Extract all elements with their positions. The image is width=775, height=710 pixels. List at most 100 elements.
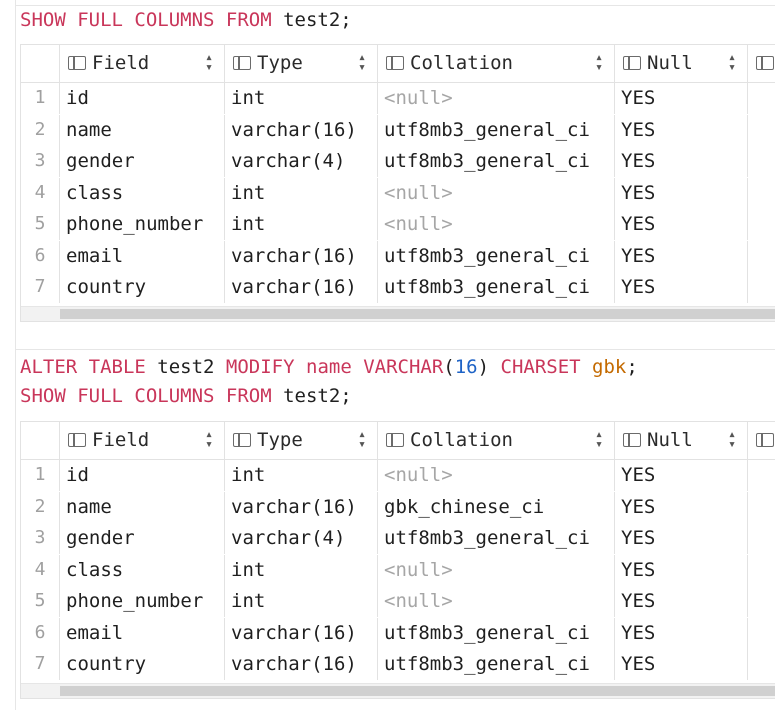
table-row[interactable]: 3 gender varchar(4) utf8mb3_general_ci YES [21, 523, 775, 554]
cell-collation[interactable]: <null> [377, 209, 614, 240]
cell-null[interactable]: YES [614, 491, 747, 523]
cell-collation[interactable]: utf8mb3_general_ci [377, 649, 614, 680]
cell-type[interactable]: int [224, 209, 377, 240]
cell-null[interactable]: YES [614, 617, 747, 649]
cell-field[interactable]: name [59, 491, 224, 523]
cell-type[interactable]: int [224, 83, 377, 114]
cell-collation[interactable]: gbk_chinese_ci [377, 491, 614, 523]
cell-collation[interactable]: utf8mb3_general_ci [377, 523, 614, 554]
table-row[interactable]: 4 class int <null> YES [21, 554, 775, 586]
cell-type[interactable]: varchar(16) [224, 272, 377, 303]
cell-field[interactable]: phone_number [59, 209, 224, 240]
result-grid-1[interactable]: Field ▴ ▾ Type ▴ ▾ Collation ▴ ▾ Null ▴ ▾ 1 id int <nul… [20, 44, 775, 322]
table-row[interactable]: 1 id int <null> YES [21, 83, 775, 114]
cell-type[interactable]: varchar(16) [224, 649, 377, 680]
cell-next-partial[interactable] [747, 83, 775, 114]
cell-field[interactable]: id [59, 460, 224, 491]
sort-icon[interactable]: ▴ ▾ [204, 51, 214, 74]
cell-field[interactable]: gender [59, 146, 224, 177]
cell-collation[interactable]: utf8mb3_general_ci [377, 146, 614, 177]
cell-null[interactable]: YES [614, 240, 747, 272]
sort-icon[interactable]: ▴ ▾ [204, 428, 214, 451]
cell-type[interactable]: varchar(16) [224, 114, 377, 146]
sort-icon[interactable]: ▴ ▾ [727, 51, 737, 74]
cell-null[interactable]: YES [614, 586, 747, 617]
cell-field[interactable]: id [59, 83, 224, 114]
cell-collation[interactable]: <null> [377, 177, 614, 209]
cell-collation[interactable]: utf8mb3_general_ci [377, 240, 614, 272]
cell-null[interactable]: YES [614, 554, 747, 586]
cell-next-partial[interactable] [747, 491, 775, 523]
cell-field[interactable]: email [59, 617, 224, 649]
column-header-collation[interactable]: Collation ▴ ▾ [377, 45, 614, 82]
sort-icon[interactable]: ▴ ▾ [594, 428, 604, 451]
cell-collation[interactable]: <null> [377, 83, 614, 114]
cell-type[interactable]: int [224, 177, 377, 209]
cell-field[interactable]: country [59, 649, 224, 680]
cell-collation[interactable]: <null> [377, 554, 614, 586]
cell-type[interactable]: varchar(16) [224, 617, 377, 649]
cell-next-partial[interactable] [747, 240, 775, 272]
table-row[interactable]: 5 phone_number int <null> YES [21, 586, 775, 617]
cell-next-partial[interactable] [747, 649, 775, 680]
cell-type[interactable]: int [224, 460, 377, 491]
cell-next-partial[interactable] [747, 523, 775, 554]
table-row[interactable]: 2 name varchar(16) gbk_chinese_ci YES [21, 491, 775, 523]
horizontal-scrollbar[interactable] [21, 306, 775, 321]
table-row[interactable]: 1 id int <null> YES [21, 460, 775, 491]
cell-type[interactable]: varchar(16) [224, 491, 377, 523]
sort-icon[interactable]: ▴ ▾ [357, 51, 367, 74]
table-row[interactable]: 7 country varchar(16) utf8mb3_general_ci YES [21, 649, 775, 680]
scrollbar-thumb[interactable] [60, 686, 775, 696]
cell-next-partial[interactable] [747, 617, 775, 649]
cell-null[interactable]: YES [614, 177, 747, 209]
sort-icon[interactable]: ▴ ▾ [727, 428, 737, 451]
cell-next-partial[interactable] [747, 554, 775, 586]
cell-type[interactable]: int [224, 586, 377, 617]
column-header-next-partial[interactable] [747, 422, 775, 459]
cell-null[interactable]: YES [614, 649, 747, 680]
sql-query-2[interactable]: ALTER TABLE test2 MODIFY name VARCHAR(16… [20, 353, 638, 382]
table-row[interactable]: 6 email varchar(16) utf8mb3_general_ci YES [21, 240, 775, 272]
cell-type[interactable]: varchar(16) [224, 240, 377, 272]
sort-icon[interactable]: ▴ ▾ [357, 428, 367, 451]
cell-next-partial[interactable] [747, 177, 775, 209]
column-header-type[interactable]: Type ▴ ▾ [224, 422, 377, 459]
table-row[interactable]: 7 country varchar(16) utf8mb3_general_ci YES [21, 272, 775, 303]
cell-collation[interactable]: utf8mb3_general_ci [377, 272, 614, 303]
cell-null[interactable]: YES [614, 146, 747, 177]
cell-null[interactable]: YES [614, 460, 747, 491]
cell-null[interactable]: YES [614, 209, 747, 240]
cell-next-partial[interactable] [747, 586, 775, 617]
cell-next-partial[interactable] [747, 209, 775, 240]
cell-type[interactable]: varchar(4) [224, 146, 377, 177]
cell-collation[interactable]: <null> [377, 460, 614, 491]
column-header-field[interactable]: Field ▴ ▾ [59, 45, 224, 82]
scrollbar-thumb[interactable] [60, 309, 775, 319]
cell-field[interactable]: class [59, 177, 224, 209]
cell-null[interactable]: YES [614, 523, 747, 554]
cell-field[interactable]: name [59, 114, 224, 146]
result-grid-2[interactable]: Field ▴ ▾ Type ▴ ▾ Collation ▴ ▾ Null ▴ ▾ 1 id int <nul… [20, 421, 775, 699]
cell-field[interactable]: phone_number [59, 586, 224, 617]
cell-field[interactable]: country [59, 272, 224, 303]
sql-query-3[interactable]: SHOW FULL COLUMNS FROM test2; [20, 382, 352, 411]
cell-collation[interactable]: utf8mb3_general_ci [377, 114, 614, 146]
column-header-collation[interactable]: Collation ▴ ▾ [377, 422, 614, 459]
cell-type[interactable]: varchar(4) [224, 523, 377, 554]
column-header-field[interactable]: Field ▴ ▾ [59, 422, 224, 459]
sql-query-1[interactable]: SHOW FULL COLUMNS FROM test2; [20, 6, 352, 35]
cell-null[interactable]: YES [614, 114, 747, 146]
column-header-next-partial[interactable] [747, 45, 775, 82]
cell-collation[interactable]: utf8mb3_general_ci [377, 617, 614, 649]
cell-field[interactable]: gender [59, 523, 224, 554]
column-header-type[interactable]: Type ▴ ▾ [224, 45, 377, 82]
cell-field[interactable]: class [59, 554, 224, 586]
cell-next-partial[interactable] [747, 460, 775, 491]
cell-null[interactable]: YES [614, 272, 747, 303]
cell-collation[interactable]: <null> [377, 586, 614, 617]
column-header-null[interactable]: Null ▴ ▾ [614, 45, 747, 82]
table-row[interactable]: 6 email varchar(16) utf8mb3_general_ci YES [21, 617, 775, 649]
table-row[interactable]: 2 name varchar(16) utf8mb3_general_ci YES [21, 114, 775, 146]
sort-icon[interactable]: ▴ ▾ [594, 51, 604, 74]
